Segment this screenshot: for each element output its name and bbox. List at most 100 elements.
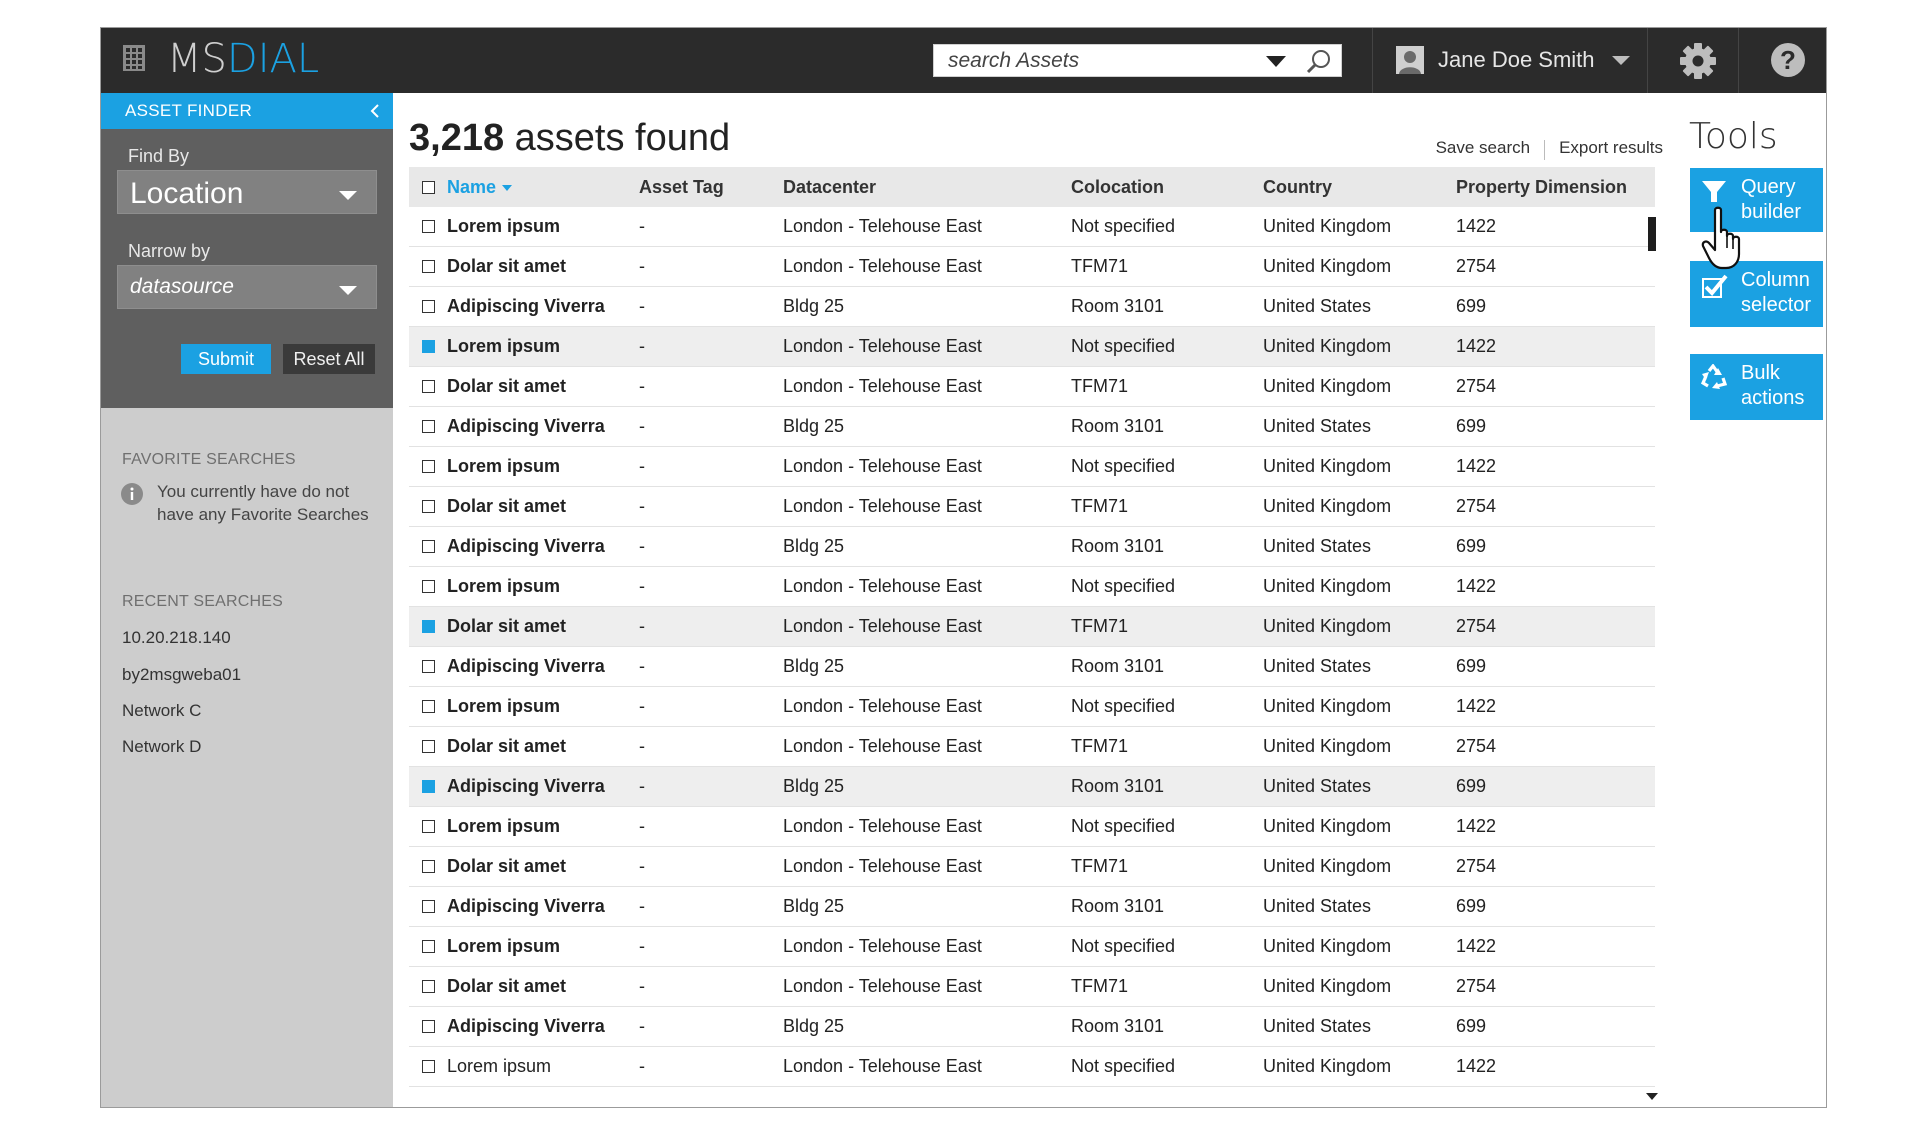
cell-name[interactable]: Lorem ipsum xyxy=(447,456,639,477)
cell-name[interactable]: Dolar sit amet xyxy=(447,376,639,397)
table-row[interactable]: Adipiscing Viverra - Bldg 25 Room 3101 Unite… xyxy=(409,407,1655,447)
table-row[interactable]: Lorem ipsum - London - Telehouse East Not s… xyxy=(409,807,1655,847)
table-row[interactable]: Lorem ipsum - London - Telehouse East Not s… xyxy=(409,687,1655,727)
cell-name[interactable]: Adipiscing Viverra xyxy=(447,896,639,917)
row-checkbox[interactable] xyxy=(422,580,435,593)
cell-name[interactable]: Lorem ipsum xyxy=(447,936,639,957)
app-logo[interactable]: MSDIAL xyxy=(167,37,319,81)
row-checkbox[interactable] xyxy=(422,300,435,313)
cell-name[interactable]: Dolar sit amet xyxy=(447,496,639,517)
cell-name[interactable]: Adipiscing Viverra xyxy=(447,536,639,557)
column-header-name[interactable]: Name xyxy=(447,177,639,198)
table-row[interactable]: Dolar sit amet - London - Telehouse East TF… xyxy=(409,487,1655,527)
recent-search-item[interactable]: Network D xyxy=(122,737,201,757)
cell-name[interactable]: Adipiscing Viverra xyxy=(447,776,639,797)
table-row[interactable]: Adipiscing Viverra - Bldg 25 Room 3101 Unite… xyxy=(409,647,1655,687)
select-all-checkbox[interactable] xyxy=(422,180,435,194)
bulk-actions-button[interactable]: Bulk actions xyxy=(1690,354,1823,420)
row-checkbox[interactable] xyxy=(422,940,435,953)
export-results-link[interactable]: Export results xyxy=(1559,138,1663,160)
row-checkbox[interactable] xyxy=(422,860,435,873)
cell-name[interactable]: Lorem ipsum xyxy=(447,576,639,597)
row-checkbox[interactable] xyxy=(422,980,435,993)
table-row[interactable]: Lorem ipsum - London - Telehouse East Not s… xyxy=(409,927,1655,967)
table-row[interactable]: Dolar sit amet - London - Telehouse East TF… xyxy=(409,607,1655,647)
cell-name[interactable]: Dolar sit amet xyxy=(447,976,639,997)
column-header-asset-tag[interactable]: Asset Tag xyxy=(639,177,783,198)
column-header-country[interactable]: Country xyxy=(1263,177,1456,198)
column-header-colocation[interactable]: Colocation xyxy=(1071,177,1263,198)
table-row[interactable]: Dolar sit amet - London - Telehouse East TF… xyxy=(409,847,1655,887)
row-checkbox[interactable] xyxy=(422,220,435,233)
row-checkbox[interactable] xyxy=(422,260,435,273)
table-row[interactable]: Dolar sit amet - London - Telehouse East TF… xyxy=(409,727,1655,767)
help-icon[interactable]: ? xyxy=(1770,42,1806,78)
row-checkbox[interactable] xyxy=(422,540,435,553)
row-checkbox[interactable] xyxy=(422,460,435,473)
row-checkbox[interactable] xyxy=(422,1060,435,1073)
narrow-by-select[interactable]: datasource xyxy=(117,265,377,309)
cell-name[interactable]: Lorem ipsum xyxy=(447,336,639,357)
chevron-down-icon xyxy=(339,191,357,200)
table-row[interactable]: Lorem ipsum - London - Telehouse East Not s… xyxy=(409,327,1655,367)
scroll-down-arrow-icon[interactable] xyxy=(1646,1093,1658,1100)
row-checkbox[interactable] xyxy=(422,500,435,513)
scrollbar-track[interactable] xyxy=(1648,217,1656,1087)
reset-all-button[interactable]: Reset All xyxy=(283,344,375,374)
cell-name[interactable]: Dolar sit amet xyxy=(447,736,639,757)
cell-name[interactable]: Lorem ipsum xyxy=(447,816,639,837)
row-checkbox[interactable] xyxy=(422,900,435,913)
table-row[interactable]: Dolar sit amet - London - Telehouse East TF… xyxy=(409,967,1655,1007)
scrollbar-thumb[interactable] xyxy=(1648,217,1656,251)
find-by-select[interactable]: Location xyxy=(117,170,377,214)
search-input[interactable] xyxy=(934,45,1254,76)
row-checkbox[interactable] xyxy=(422,660,435,673)
gear-icon[interactable] xyxy=(1679,42,1717,80)
table-row[interactable]: Adipiscing Viverra - Bldg 25 Room 3101 Unite… xyxy=(409,887,1655,927)
table-row[interactable]: Lorem ipsum - London - Telehouse East Not s… xyxy=(409,207,1655,247)
submit-button[interactable]: Submit xyxy=(181,344,271,374)
chevron-down-icon[interactable] xyxy=(1264,53,1288,69)
table-row[interactable]: Dolar sit amet - London - Telehouse East TF… xyxy=(409,247,1655,287)
row-checkbox[interactable] xyxy=(422,700,435,713)
table-row[interactable]: Dolar sit amet - London - Telehouse East TF… xyxy=(409,367,1655,407)
chevron-left-icon[interactable] xyxy=(369,103,381,119)
row-checkbox[interactable] xyxy=(422,1020,435,1033)
row-checkbox[interactable] xyxy=(422,420,435,433)
row-checkbox[interactable] xyxy=(422,620,435,633)
table-row[interactable]: Adipiscing Viverra - Bldg 25 Room 3101 Unite… xyxy=(409,527,1655,567)
table-row[interactable]: Lorem ipsum - London - Telehouse East Not s… xyxy=(409,1047,1655,1087)
cell-name[interactable]: Lorem ipsum xyxy=(447,696,639,717)
cell-name[interactable]: Dolar sit amet xyxy=(447,616,639,637)
table-row[interactable]: Lorem ipsum - London - Telehouse East Not s… xyxy=(409,567,1655,607)
tool-label: Bulk actions xyxy=(1741,361,1804,411)
grid-icon[interactable] xyxy=(123,45,145,71)
recent-search-item[interactable]: by2msgweba01 xyxy=(122,665,241,685)
cell-asset-tag: - xyxy=(639,456,645,476)
search-icon[interactable] xyxy=(1306,48,1332,74)
table-row[interactable]: Adipiscing Viverra - Bldg 25 Room 3101 Unite… xyxy=(409,1007,1655,1047)
user-menu[interactable]: Jane Doe Smith xyxy=(1396,40,1631,80)
row-checkbox[interactable] xyxy=(422,740,435,753)
cell-name[interactable]: Adipiscing Viverra xyxy=(447,416,639,437)
cell-name[interactable]: Dolar sit amet xyxy=(447,856,639,877)
recent-search-item[interactable]: Network C xyxy=(122,701,201,721)
cell-name[interactable]: Lorem ipsum xyxy=(447,216,639,237)
row-checkbox[interactable] xyxy=(422,780,435,793)
cell-name[interactable]: Lorem ipsum xyxy=(447,1056,639,1077)
table-row[interactable]: Adipiscing Viverra - Bldg 25 Room 3101 Unite… xyxy=(409,767,1655,807)
save-search-link[interactable]: Save search xyxy=(1436,138,1531,160)
cell-name[interactable]: Adipiscing Viverra xyxy=(447,656,639,677)
recent-search-item[interactable]: 10.20.218.140 xyxy=(122,628,231,648)
row-checkbox-cell xyxy=(409,900,447,913)
cell-name[interactable]: Adipiscing Viverra xyxy=(447,296,639,317)
column-header-property-dimension[interactable]: Property Dimension xyxy=(1456,177,1655,198)
table-row[interactable]: Lorem ipsum - London - Telehouse East Not s… xyxy=(409,447,1655,487)
cell-name[interactable]: Adipiscing Viverra xyxy=(447,1016,639,1037)
column-header-datacenter[interactable]: Datacenter xyxy=(783,177,1071,198)
row-checkbox[interactable] xyxy=(422,380,435,393)
row-checkbox[interactable] xyxy=(422,340,435,353)
cell-name[interactable]: Dolar sit amet xyxy=(447,256,639,277)
row-checkbox[interactable] xyxy=(422,820,435,833)
table-row[interactable]: Adipiscing Viverra - Bldg 25 Room 3101 Unite… xyxy=(409,287,1655,327)
